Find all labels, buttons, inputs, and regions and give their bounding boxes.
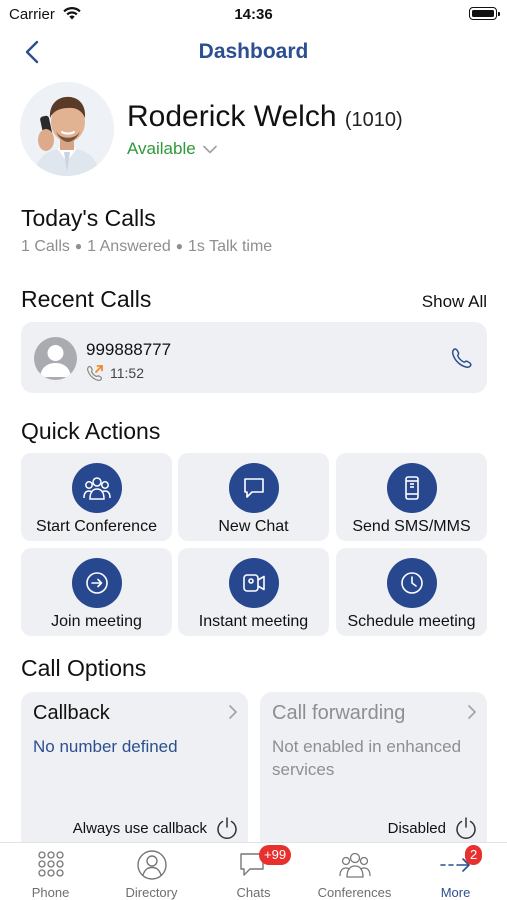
- call-forwarding-footer: Disabled: [388, 814, 479, 842]
- keypad-icon: [34, 849, 68, 881]
- call-forwarding-title: Call forwarding: [272, 702, 406, 724]
- calls-count: 1 Calls: [21, 238, 70, 255]
- outgoing-call-icon: [87, 365, 103, 381]
- chevron-right-icon: [229, 705, 237, 719]
- chevron-down-icon: [202, 145, 217, 153]
- call-back-button[interactable]: [449, 346, 473, 370]
- tab-phone[interactable]: Phone: [0, 847, 101, 900]
- page-title: Dashboard: [198, 40, 309, 63]
- tab-more[interactable]: 2 More: [405, 845, 506, 900]
- call-options-heading: Call Options: [21, 655, 147, 681]
- conference-icon: [71, 463, 122, 513]
- power-toggle-icon[interactable]: [453, 815, 479, 841]
- start-conference-label: Start Conference: [36, 518, 157, 535]
- talk-time: 1s Talk time: [188, 238, 273, 255]
- new-chat-button[interactable]: New Chat: [178, 453, 329, 541]
- quick-actions-grid: Start Conference New Chat Send SMS/MMS J…: [21, 453, 487, 636]
- status-bar: Carrier 14:36: [0, 0, 507, 30]
- quick-actions-heading: Quick Actions: [21, 418, 161, 444]
- call-forwarding-card[interactable]: Call forwarding Not enabled in enhanced …: [260, 692, 487, 842]
- recent-call-meta: 11:52: [86, 364, 144, 382]
- user-avatar[interactable]: [20, 82, 114, 176]
- callback-footer: Always use callback: [73, 814, 240, 842]
- chat-icon: [228, 463, 279, 513]
- new-chat-label: New Chat: [218, 518, 289, 535]
- recent-call-item[interactable]: 999888777 11:52: [21, 322, 487, 393]
- show-all-link[interactable]: Show All: [422, 292, 487, 312]
- send-sms-label: Send SMS/MMS: [352, 518, 471, 535]
- callback-footer-label: Always use callback: [72, 819, 207, 837]
- tab-chats-label: Chats: [236, 885, 271, 900]
- instant-meeting-button[interactable]: Instant meeting: [178, 548, 329, 636]
- phone-icon: [451, 348, 472, 368]
- tab-directory-label: Directory: [125, 885, 178, 900]
- recent-call-number: 999888777: [86, 340, 172, 359]
- separator-dot: ●: [74, 239, 83, 253]
- status-time: 14:36: [234, 6, 273, 23]
- call-forwarding-footer-label: Disabled: [387, 819, 446, 837]
- separator-dot: ●: [175, 239, 184, 253]
- mobile-icon: [386, 463, 437, 513]
- callback-card[interactable]: Callback No number defined Always use ca…: [21, 692, 248, 842]
- callback-title: Callback: [33, 702, 110, 724]
- chevron-right-icon: [468, 705, 476, 719]
- schedule-meeting-button[interactable]: Schedule meeting: [336, 548, 487, 636]
- tab-conferences[interactable]: Conferences: [304, 847, 405, 900]
- answered-count: 1 Answered: [87, 238, 171, 255]
- power-toggle-icon[interactable]: [214, 815, 240, 841]
- recent-call-time: 11:52: [110, 365, 144, 381]
- tab-more-label: More: [440, 885, 471, 900]
- tab-bar: Phone Directory +99 Chats Conferences 2 …: [0, 842, 507, 900]
- battery-icon: [469, 7, 500, 20]
- conferences-icon: [338, 849, 372, 881]
- tab-phone-label: Phone: [31, 885, 70, 900]
- tab-conferences-label: Conferences: [317, 885, 392, 900]
- clock-icon: [386, 558, 437, 608]
- instant-meeting-label: Instant meeting: [198, 613, 309, 630]
- directory-icon: [135, 849, 169, 881]
- more-badge: 2: [465, 845, 483, 865]
- chats-badge: +99: [259, 845, 292, 865]
- nav-bar: Dashboard: [0, 34, 507, 70]
- todays-calls-stats: 1 Calls ● 1 Answered ● 1s Talk time: [21, 238, 272, 256]
- schedule-meeting-label: Schedule meeting: [347, 613, 476, 630]
- contact-avatar-icon: [34, 337, 77, 380]
- presence-selector[interactable]: Available: [127, 139, 217, 159]
- user-name: Roderick Welch (1010): [127, 100, 403, 134]
- send-sms-button[interactable]: Send SMS/MMS: [336, 453, 487, 541]
- todays-calls-heading: Today's Calls: [21, 205, 156, 231]
- callback-description: No number defined: [33, 737, 178, 756]
- tab-directory[interactable]: Directory: [101, 847, 202, 900]
- join-icon: [71, 558, 122, 608]
- tab-chats[interactable]: +99 Chats: [203, 845, 304, 900]
- start-conference-button[interactable]: Start Conference: [21, 453, 172, 541]
- user-display-name: Roderick Welch: [127, 100, 337, 133]
- call-forwarding-description: Not enabled in enhanced services: [272, 737, 462, 779]
- join-meeting-button[interactable]: Join meeting: [21, 548, 172, 636]
- join-meeting-label: Join meeting: [51, 613, 142, 630]
- video-icon: [228, 558, 279, 608]
- recent-calls-heading: Recent Calls: [21, 286, 152, 312]
- user-extension: (1010): [344, 109, 403, 131]
- presence-status: Available: [127, 139, 196, 158]
